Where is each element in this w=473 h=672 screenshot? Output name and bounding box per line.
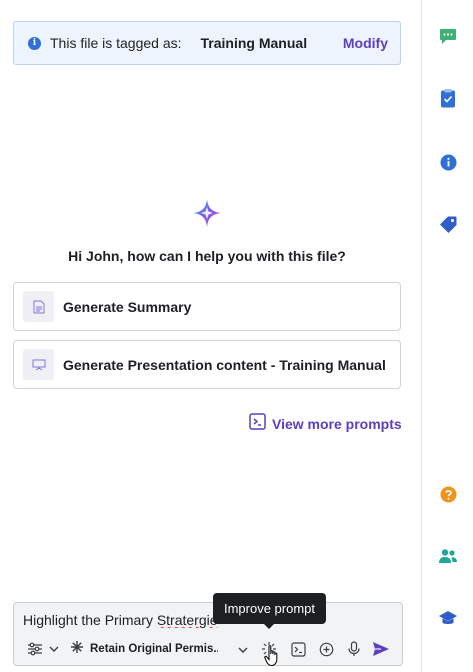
microphone-icon[interactable]: [345, 640, 363, 658]
composer-toolbar: Retain Original Permis...: [14, 637, 404, 663]
tag-icon[interactable]: [438, 214, 458, 234]
sparkle-burst-icon: [70, 640, 84, 659]
people-icon[interactable]: [438, 546, 458, 566]
input-text-start: Highlight the Primary: [23, 612, 157, 628]
settings-sliders-icon[interactable]: [26, 640, 44, 658]
help-icon[interactable]: [438, 484, 458, 504]
chat-icon[interactable]: [438, 26, 458, 46]
hand-pointer-cursor-icon: [264, 645, 280, 667]
send-icon[interactable]: [372, 640, 390, 658]
permission-selector[interactable]: Retain Original Permis...: [70, 637, 248, 661]
view-more-prompts-link[interactable]: View more prompts: [249, 413, 402, 435]
graduation-cap-icon[interactable]: [438, 608, 458, 628]
prompt-composer[interactable]: Highlight the Primary Stratergie Retain …: [13, 602, 403, 666]
chevron-down-icon: [238, 640, 248, 658]
file-tag-banner: i This file is tagged as: Training Manua…: [13, 21, 401, 65]
presentation-icon: [23, 349, 54, 380]
prompt-generate-presentation[interactable]: Generate Presentation content - Training…: [13, 340, 401, 389]
misspelled-word: Stratergie: [156, 612, 218, 628]
clipboard-check-icon[interactable]: [438, 88, 458, 108]
greeting-text: Hi John, how can I help you with this fi…: [68, 248, 346, 264]
info-icon: i: [28, 36, 41, 50]
permission-label: Retain Original Permis...: [90, 643, 218, 655]
ai-sparkle-icon: [192, 198, 222, 228]
prompt-label: Generate Summary: [63, 298, 192, 315]
prompt-label: Generate Presentation content - Training…: [63, 356, 386, 373]
tag-banner-text: This file is tagged as:: [50, 35, 182, 51]
terminal-icon[interactable]: [289, 640, 307, 658]
right-rail: [421, 0, 473, 672]
modify-tag-button[interactable]: Modify: [343, 35, 388, 51]
view-more-label: View more prompts: [272, 416, 402, 432]
terminal-icon: [249, 413, 266, 435]
add-icon[interactable]: [317, 640, 335, 658]
chevron-down-icon[interactable]: [45, 640, 63, 658]
copilot-panel: i This file is tagged as: Training Manua…: [0, 0, 421, 672]
improve-prompt-tooltip: Improve prompt: [213, 593, 326, 629]
document-icon: [23, 291, 54, 322]
info-icon[interactable]: [438, 152, 458, 172]
tag-value: Training Manual: [200, 35, 308, 51]
prompt-generate-summary[interactable]: Generate Summary: [13, 282, 401, 331]
